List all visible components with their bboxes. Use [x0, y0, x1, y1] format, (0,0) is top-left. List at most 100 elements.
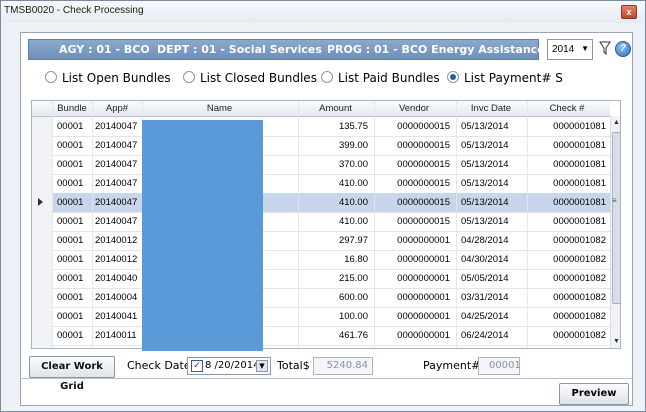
- clear-work-grid-button[interactable]: Clear Work Grid: [29, 356, 115, 392]
- year-select[interactable]: 2014 ▼: [547, 39, 593, 60]
- row-indicator[interactable]: [32, 345, 53, 348]
- table-row[interactable]: 0000120140062S153.75000000000106/05/2014…: [32, 345, 610, 348]
- table-row[interactable]: 0000120140047F410.00000000001505/13/2014…: [32, 193, 610, 213]
- row-indicator[interactable]: [32, 155, 53, 174]
- cell-check: 0000001081: [553, 121, 606, 132]
- cell-vendor: 0000000001: [397, 273, 450, 284]
- scroll-thumb[interactable]: [612, 132, 620, 304]
- check-date-label: Check Date: [127, 359, 191, 372]
- cell-amount: 215.00: [338, 273, 368, 284]
- cell-bundle: 00001: [57, 254, 84, 265]
- check-processing-window: TMSB0020 - Check Processing x AGY : 01 -…: [0, 0, 646, 412]
- help-icon[interactable]: ?: [615, 41, 631, 57]
- table-row[interactable]: 0000120140011Q461.76000000000106/24/2014…: [32, 326, 610, 346]
- check-date-picker[interactable]: ✓ 8 /20/2014 ▼: [187, 357, 271, 375]
- row-indicator[interactable]: [32, 117, 53, 136]
- cell-check: 0000001081: [553, 197, 606, 208]
- row-indicator[interactable]: [32, 269, 53, 288]
- close-icon[interactable]: x: [621, 5, 637, 19]
- check-date-value: 8 /20/2014: [205, 360, 260, 371]
- table-row[interactable]: 0000120140047F135.75000000001505/13/2014…: [32, 117, 610, 137]
- radio-list-payment-s[interactable]: List Payment# S: [447, 71, 563, 85]
- table-row[interactable]: 0000120140047F399.00000000001505/13/2014…: [32, 136, 610, 156]
- table-row[interactable]: 0000120140012B297.97000000000104/28/2014…: [32, 231, 610, 251]
- cell-app: 20140004: [95, 292, 138, 303]
- row-indicator[interactable]: [32, 307, 53, 326]
- table-row[interactable]: 0000120140047F410.00000000001505/13/2014…: [32, 174, 610, 194]
- radio-label: List Paid Bundles: [338, 71, 440, 85]
- radio-label: List Payment# S: [464, 71, 563, 85]
- check-date-checkbox[interactable]: ✓: [191, 360, 203, 372]
- cell-app: 20140047: [95, 178, 138, 189]
- action-row: Clear Work Grid Check Date ✓ 8 /20/2014 …: [21, 356, 632, 392]
- total-value: 5240.84: [326, 360, 368, 371]
- col-check[interactable]: Check #: [527, 103, 607, 114]
- col-amount[interactable]: Amount: [298, 103, 373, 114]
- cell-bundle: 00001: [57, 178, 84, 189]
- row-indicator[interactable]: [32, 250, 53, 269]
- radio-label: List Closed Bundles: [200, 71, 317, 85]
- cell-date: 05/05/2014: [461, 273, 509, 284]
- col-vendor[interactable]: Vendor: [374, 103, 454, 114]
- col-invc-date[interactable]: Invc Date: [456, 103, 526, 114]
- row-indicator[interactable]: [32, 193, 53, 212]
- table-row[interactable]: 0000120140040J215.00000000000105/05/2014…: [32, 269, 610, 289]
- row-indicator[interactable]: [32, 212, 53, 231]
- cell-app: 20140012: [95, 254, 138, 265]
- col-bundle[interactable]: Bundle: [54, 103, 90, 114]
- cell-bundle: 00001: [57, 197, 84, 208]
- row-indicator[interactable]: [32, 326, 53, 345]
- cell-vendor: 0000000015: [397, 140, 450, 151]
- preview-button[interactable]: Preview: [559, 383, 629, 405]
- table-row[interactable]: 0000120140012B16.80000000000104/30/20140…: [32, 250, 610, 270]
- chevron-down-icon[interactable]: ▼: [256, 360, 268, 372]
- table-row[interactable]: 0000120140041P100.00000000000104/25/2014…: [32, 307, 610, 327]
- scroll-up-icon[interactable]: ▲: [613, 119, 620, 126]
- col-name[interactable]: Name: [142, 103, 297, 114]
- cell-app: 20140047: [95, 197, 138, 208]
- cell-check: 0000001081: [553, 178, 606, 189]
- radio-list-paid-bundles[interactable]: List Paid Bundles: [321, 71, 440, 85]
- total-field: 5240.84: [313, 357, 373, 375]
- grid-scrollbar[interactable]: ▲ ≡ ▼: [610, 116, 620, 348]
- cell-amount: 410.00: [338, 216, 368, 227]
- cell-app: 20140047: [95, 216, 138, 227]
- table-row[interactable]: 0000120140004M600.00000000000103/31/2014…: [32, 288, 610, 308]
- cell-date: 04/30/2014: [461, 254, 509, 265]
- cell-bundle: 00001: [57, 330, 84, 341]
- cell-check: 0000001082: [553, 235, 606, 246]
- row-indicator[interactable]: [32, 174, 53, 193]
- col-app[interactable]: App#: [92, 103, 142, 114]
- cell-vendor: 0000000015: [397, 216, 450, 227]
- window-title: TMSB0020 - Check Processing: [4, 5, 144, 16]
- radio-list-open-bundles[interactable]: List Open Bundles: [45, 71, 171, 85]
- scroll-down-icon[interactable]: ▼: [613, 338, 620, 345]
- cell-amount: 600.00: [338, 292, 368, 303]
- context-header: AGY : 01 - BCO DEPT : 01 - Social Servic…: [28, 39, 545, 60]
- grid-header: Bundle App# Name Amount Vendor Invc Date…: [32, 101, 610, 117]
- cell-bundle: 00001: [57, 235, 84, 246]
- table-row[interactable]: 0000120140047F370.00000000001505/13/2014…: [32, 155, 610, 175]
- payment-field: 00001: [478, 357, 521, 375]
- cell-vendor: 0000000001: [397, 311, 450, 322]
- row-indicator[interactable]: [32, 136, 53, 155]
- cell-amount: 410.00: [338, 197, 368, 208]
- radio-list-closed-bundles[interactable]: List Closed Bundles: [183, 71, 317, 85]
- column-divider: [298, 101, 299, 348]
- row-indicator[interactable]: [32, 231, 53, 250]
- filter-icon[interactable]: [599, 40, 611, 56]
- cell-check: 0000001082: [553, 330, 606, 341]
- table-row[interactable]: 0000120140047F410.00000000001505/13/2014…: [32, 212, 610, 232]
- agency-label: AGY : 01 - BCO: [59, 43, 150, 56]
- cell-bundle: 00001: [57, 121, 84, 132]
- cell-vendor: 0000000015: [397, 121, 450, 132]
- payment-value: 00001: [489, 360, 521, 371]
- list-mode-radios: List Open Bundles List Closed Bundles Li…: [21, 69, 632, 89]
- row-indicator[interactable]: [32, 288, 53, 307]
- cell-bundle: 00001: [57, 311, 84, 322]
- cell-vendor: 0000000001: [397, 254, 450, 265]
- payments-grid[interactable]: Bundle App# Name Amount Vendor Invc Date…: [31, 100, 621, 349]
- cell-app: 20140011: [95, 330, 137, 341]
- cell-amount: 135.75: [338, 121, 368, 132]
- cell-date: 04/28/2014: [461, 235, 509, 246]
